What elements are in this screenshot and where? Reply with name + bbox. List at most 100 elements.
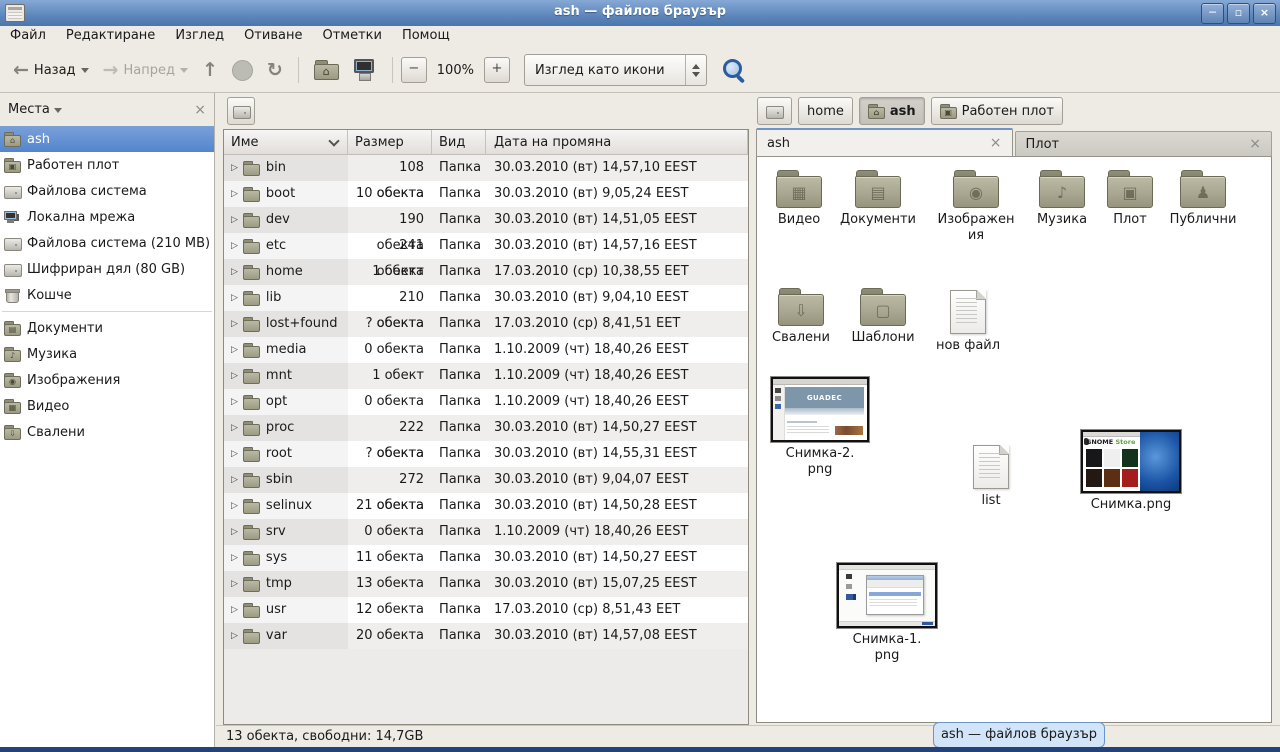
expander-icon[interactable]: ▷	[231, 597, 238, 623]
forward-button[interactable]: → Напред	[96, 53, 195, 87]
expander-icon[interactable]: ▷	[231, 571, 238, 597]
table-row[interactable]: ▷srv0 обектаПапка1.10.2009 (чт) 18,40,26…	[224, 519, 748, 545]
table-row[interactable]: ▷lost+found? обектаПапка17.03.2010 (ср) …	[224, 311, 748, 337]
back-dropdown-icon[interactable]	[81, 68, 89, 77]
table-row[interactable]: ▷home1 обектПапка17.03.2010 (ср) 10,38,5…	[224, 259, 748, 285]
expander-icon[interactable]: ▷	[231, 363, 238, 389]
tab-ash[interactable]: ash×	[756, 128, 1013, 156]
icon-view[interactable]: ▦Видео▤Документи◉Изображения♪Музика▣Плот…	[756, 157, 1272, 723]
breadcrumb-button[interactable]	[757, 97, 792, 125]
pane-splitter[interactable]	[215, 93, 222, 748]
sidebar-item[interactable]: ▤Документи	[0, 315, 214, 341]
column-header-type[interactable]: Вид	[432, 130, 486, 154]
chevron-down-icon[interactable]	[54, 108, 62, 117]
sidebar-item[interactable]: ⌂ash	[0, 126, 214, 152]
expander-icon[interactable]: ▷	[231, 623, 238, 649]
file-item[interactable]: ▤Документи	[836, 170, 920, 228]
home-button[interactable]: ⌂	[307, 53, 346, 87]
table-row[interactable]: ▷tmp13 обектаПапка30.03.2010 (вт) 15,07,…	[224, 571, 748, 597]
tab-close-icon[interactable]: ×	[990, 135, 1002, 151]
search-button[interactable]	[721, 57, 747, 83]
file-item[interactable]: list	[949, 445, 1033, 509]
expander-icon[interactable]: ▷	[231, 441, 238, 467]
sidebar-close-icon[interactable]: ×	[194, 103, 206, 117]
minimize-button[interactable]: ─	[1201, 3, 1224, 24]
table-row[interactable]: ▷proc222 обектаПапка30.03.2010 (вт) 14,5…	[224, 415, 748, 441]
menu-item-0[interactable]: Файл	[0, 26, 56, 48]
sidebar-item[interactable]: Файлова система (210 MB)	[0, 230, 214, 256]
table-row[interactable]: ▷selinux21 обектаПапка30.03.2010 (вт) 14…	[224, 493, 748, 519]
sidebar-item[interactable]: ⇩Свалени	[0, 419, 214, 445]
back-button[interactable]: ← Назад	[6, 53, 96, 87]
sidebar-item[interactable]: Кошче	[0, 282, 214, 308]
sidebar-item[interactable]: ▣Работен плот	[0, 152, 214, 178]
column-header-size[interactable]: Размер	[348, 130, 432, 154]
tab-close-icon[interactable]: ×	[1249, 136, 1261, 152]
expander-icon[interactable]: ▷	[231, 493, 238, 519]
expander-icon[interactable]: ▷	[231, 467, 238, 493]
file-item[interactable]: нов файл	[926, 290, 1010, 354]
file-item[interactable]: ▦Видео	[757, 170, 841, 228]
table-row[interactable]: ▷sys11 обектаПапка30.03.2010 (вт) 14,50,…	[224, 545, 748, 571]
sidebar-title[interactable]: Места	[8, 102, 50, 117]
file-item[interactable]: ⇩Свалени	[759, 288, 843, 346]
file-item[interactable]: ▢Шаблони	[841, 288, 925, 346]
maximize-button[interactable]: ▫	[1227, 3, 1250, 24]
column-header-name[interactable]: Име	[224, 130, 348, 154]
table-row[interactable]: ▷opt0 обектаПапка1.10.2009 (чт) 18,40,26…	[224, 389, 748, 415]
table-row[interactable]: ▷media0 обектаПапка1.10.2009 (чт) 18,40,…	[224, 337, 748, 363]
breadcrumb-button-Работен плот[interactable]: ▣Работен плот	[931, 97, 1063, 125]
table-row[interactable]: ▷boot10 обектаПапка30.03.2010 (вт) 9,05,…	[224, 181, 748, 207]
file-item[interactable]: ♟Публични	[1161, 170, 1245, 228]
computer-button[interactable]	[346, 53, 384, 87]
file-item[interactable]: Снимка-1.png	[837, 563, 937, 664]
taskbar-window-button[interactable]: ash — файлов браузър	[933, 722, 1105, 748]
expander-icon[interactable]: ▷	[231, 337, 238, 363]
sidebar-item[interactable]: ♪Музика	[0, 341, 214, 367]
zoom-in-button[interactable]: +	[484, 57, 510, 83]
spinner-icon[interactable]	[685, 55, 706, 85]
expander-icon[interactable]: ▷	[231, 311, 238, 337]
table-row[interactable]: ▷bin108 обектаПапка30.03.2010 (вт) 14,57…	[224, 155, 748, 181]
view-mode-select[interactable]: Изглед като икони	[524, 54, 707, 86]
expander-icon[interactable]: ▷	[231, 259, 238, 285]
menu-item-2[interactable]: Изглед	[165, 26, 234, 48]
stop-button[interactable]	[225, 53, 260, 87]
expander-icon[interactable]: ▷	[231, 285, 238, 311]
table-row[interactable]: ▷usr12 обектаПапка17.03.2010 (ср) 8,51,4…	[224, 597, 748, 623]
table-row[interactable]: ▷root? обектаПапка30.03.2010 (вт) 14,55,…	[224, 441, 748, 467]
menu-item-1[interactable]: Редактиране	[56, 26, 165, 48]
file-item[interactable]: ▣Плот	[1088, 170, 1172, 228]
table-row[interactable]: ▷etc241 обектаПапка30.03.2010 (вт) 14,57…	[224, 233, 748, 259]
expander-icon[interactable]: ▷	[231, 519, 238, 545]
sidebar-item[interactable]: Локална мрежа	[0, 204, 214, 230]
up-button[interactable]: ↑	[195, 53, 225, 87]
expander-icon[interactable]: ▷	[231, 415, 238, 441]
menu-item-3[interactable]: Отиване	[234, 26, 312, 48]
tab-Плот[interactable]: Плот×	[1015, 131, 1273, 156]
file-item[interactable]: GUADECСнимка-2.png	[771, 377, 869, 478]
table-row[interactable]: ▷dev190 обектаПапка30.03.2010 (вт) 14,51…	[224, 207, 748, 233]
sidebar-item[interactable]: ◉Изображения	[0, 367, 214, 393]
file-item[interactable]: GNOME StoreСнимка.png	[1081, 430, 1181, 513]
zoom-out-button[interactable]: −	[401, 57, 427, 83]
table-row[interactable]: ▷lib210 обектаПапка30.03.2010 (вт) 9,04,…	[224, 285, 748, 311]
forward-dropdown-icon[interactable]	[180, 68, 188, 77]
breadcrumb-button-home[interactable]: home	[798, 97, 853, 125]
expander-icon[interactable]: ▷	[231, 155, 238, 181]
sidebar-item[interactable]: Шифриран дял (80 GB)	[0, 256, 214, 282]
root-location-button[interactable]	[227, 97, 255, 125]
expander-icon[interactable]: ▷	[231, 207, 238, 233]
expander-icon[interactable]: ▷	[231, 233, 238, 259]
sidebar-item[interactable]: ▦Видео	[0, 393, 214, 419]
sidebar-item[interactable]: Файлова система	[0, 178, 214, 204]
menu-item-5[interactable]: Помощ	[392, 26, 460, 48]
expander-icon[interactable]: ▷	[231, 389, 238, 415]
expander-icon[interactable]: ▷	[231, 545, 238, 571]
column-header-date[interactable]: Дата на промяна	[486, 130, 748, 154]
file-item[interactable]: ◉Изображения	[934, 170, 1018, 244]
expander-icon[interactable]: ▷	[231, 181, 238, 207]
menu-item-4[interactable]: Отметки	[312, 26, 391, 48]
close-button[interactable]: ×	[1253, 3, 1276, 24]
table-row[interactable]: ▷sbin272 обектаПапка30.03.2010 (вт) 9,04…	[224, 467, 748, 493]
